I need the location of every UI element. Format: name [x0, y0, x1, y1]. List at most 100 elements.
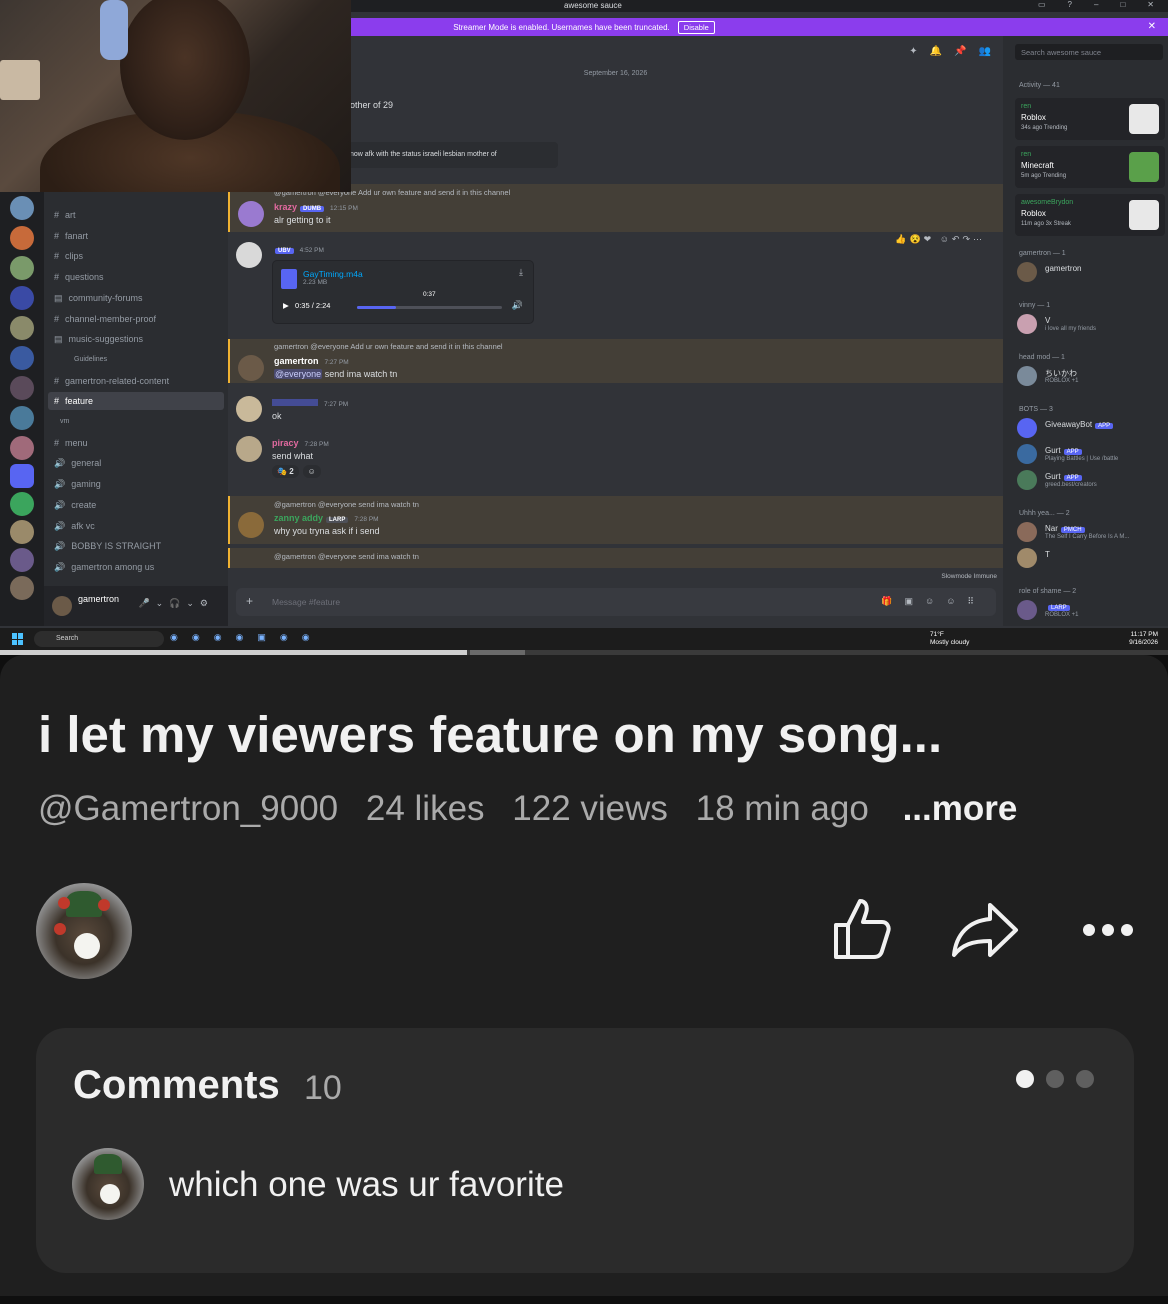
- upload-age: 18 min ago: [695, 789, 869, 828]
- member-group-header: head mod — 1: [1019, 354, 1065, 361]
- add-reaction-icon[interactable]: ☺: [302, 465, 321, 478]
- reaction-chip[interactable]: 🎭 2: [272, 465, 299, 478]
- more-icon[interactable]: [1082, 923, 1134, 937]
- member-group-header: vinny — 1: [1019, 302, 1051, 309]
- video-meta: @Gamertron_9000 24 likes 122 views 18 mi…: [38, 789, 1035, 829]
- avatar: [1017, 444, 1037, 464]
- activity-meta: 11m ago 3x Streak: [1021, 221, 1071, 227]
- search-input[interactable]: Search awesome sauce: [1015, 44, 1163, 60]
- message: piracy 7:28 PM send what 🎭 2 ☺: [228, 434, 1003, 486]
- avatar: [1017, 522, 1037, 542]
- download-icon[interactable]: ⤓: [519, 267, 523, 278]
- channel-label: menu: [65, 437, 88, 448]
- toolbar-icons: ✦🔔📌👥: [909, 46, 1003, 57]
- avatar: [236, 396, 262, 422]
- weather: 71°F Mostly cloudy: [930, 631, 970, 646]
- channel-label: music-suggestions: [68, 334, 144, 345]
- channel-item[interactable]: # fanart: [54, 227, 88, 245]
- channel-label: gamertron among us: [71, 561, 155, 572]
- composer-icons[interactable]: 🎁▣☺☺⠿: [881, 596, 986, 607]
- channel-item[interactable]: 🔊 general: [54, 454, 101, 472]
- hash-icon: #: [54, 272, 60, 283]
- channel-label: Guidelines: [74, 355, 108, 363]
- server-icon: [10, 196, 34, 220]
- activity-card[interactable]: ren Roblox 34s ago Trending: [1015, 98, 1165, 140]
- channel-item[interactable]: # menu: [54, 434, 88, 452]
- slowmode-indicator: Slowmode Immune: [941, 573, 997, 580]
- activity-card[interactable]: ren Minecraft 5m ago Trending: [1015, 146, 1165, 188]
- message-body: ok: [272, 411, 282, 421]
- message: gamertron @everyone Add ur own feature a…: [228, 339, 1003, 383]
- server-icon: [10, 548, 34, 572]
- channel-item[interactable]: 🔊 create: [54, 496, 96, 514]
- taskbar-apps: ◉◉◉◉▣◉◉: [170, 632, 324, 642]
- member-name: Gurt APP: [1045, 472, 1082, 481]
- more-link[interactable]: ...more: [903, 789, 1018, 828]
- speaker-icon: 🔊: [54, 458, 66, 469]
- channel-avatar[interactable]: [36, 883, 132, 979]
- file-name[interactable]: GayTiming.m4a: [303, 269, 363, 279]
- channel-item[interactable]: vm: [54, 413, 69, 431]
- channel-item[interactable]: # questions: [54, 268, 104, 286]
- channel-label: vm: [60, 418, 70, 425]
- composer-placeholder: Message #feature: [272, 597, 341, 607]
- channel-item[interactable]: 🔊 gaming: [54, 475, 101, 493]
- view-count: 122 views: [512, 789, 668, 828]
- reactions[interactable]: 🎭 2 ☺: [272, 465, 325, 478]
- channel-label: gaming: [71, 479, 101, 490]
- speaker-icon: 🔊: [54, 499, 66, 510]
- message-author: gamertron 7:27 PM: [274, 356, 349, 366]
- channel-item[interactable]: # art: [54, 206, 76, 224]
- like-icon[interactable]: [830, 895, 894, 961]
- video-player[interactable]: awesome sauce ▭? – □ ✕ Streamer Mode is ena…: [0, 0, 1168, 650]
- channel-item[interactable]: # gamertron-related-content: [54, 372, 169, 390]
- channel-label: feature: [65, 396, 94, 407]
- member-status: greed.best/creators: [1045, 482, 1097, 488]
- message-body: send what: [272, 451, 314, 461]
- server-icon: [10, 520, 34, 544]
- channel-item[interactable]: ▤ music-suggestions: [54, 330, 143, 348]
- avatar: [238, 201, 264, 227]
- member-group-header: gamertron — 1: [1019, 250, 1066, 257]
- channel-item[interactable]: # feature: [48, 392, 224, 411]
- audio-attachment[interactable]: GayTiming.m4a 2.23 MB ⤓ 0:37 ▶ 0:35 / 2:…: [272, 260, 534, 324]
- member-status: i love all my friends: [1045, 326, 1097, 332]
- home-indicator-area: [0, 1296, 1168, 1304]
- comments-section[interactable]: Comments 10 which one was ur favorite: [36, 1028, 1134, 1273]
- video-title[interactable]: i let my viewers feature on my song...: [38, 705, 942, 764]
- activity-user: awesomeBrydon: [1021, 199, 1074, 206]
- member-status: ROBLOX +1: [1045, 378, 1079, 384]
- channel-item[interactable]: # channel-member-proof: [54, 310, 156, 328]
- activity-header: Activity — 41: [1019, 82, 1060, 89]
- channel-item[interactable]: 🔊 afk vc: [54, 517, 95, 535]
- channel-label: art: [65, 210, 76, 220]
- comments-count: 10: [304, 1069, 342, 1107]
- member-name: GiveawayBot APP: [1045, 420, 1114, 429]
- message-actions[interactable]: 👍😵❤ ☺↶↷⋯: [895, 234, 985, 245]
- activity-card[interactable]: awesomeBrydon Roblox 11m ago 3x Streak: [1015, 194, 1165, 236]
- server-icon: [10, 376, 34, 400]
- channel-item[interactable]: ▤ community-forums: [54, 289, 143, 307]
- avatar: [1017, 314, 1037, 334]
- channel-item[interactable]: # clips: [54, 247, 83, 265]
- file-size: 2.23 MB: [303, 279, 328, 286]
- file-icon: [281, 269, 297, 289]
- close-icon: ✕: [1147, 21, 1156, 32]
- audio-seek-bar[interactable]: [357, 306, 502, 309]
- member-status: Playing Battles | Use /battle: [1045, 456, 1119, 462]
- channel-label: general: [71, 458, 102, 469]
- avatar: [1017, 366, 1037, 386]
- channel-handle[interactable]: @Gamertron_9000: [38, 789, 338, 828]
- message-composer[interactable]: + Message #feature 🎁▣☺☺⠿: [236, 588, 996, 616]
- disable-button: Disable: [677, 20, 715, 34]
- volume-icon[interactable]: 🔊: [512, 300, 523, 311]
- server-icon: [10, 576, 34, 600]
- message-author: 7:27 PM: [272, 398, 348, 408]
- channel-item[interactable]: 🔊 gamertron among us: [54, 558, 154, 576]
- plus-icon[interactable]: +: [246, 594, 253, 608]
- channel-item[interactable]: Guidelines: [68, 351, 107, 369]
- message-author: UBV 4:52 PM: [272, 244, 324, 254]
- streamer-banner-text: Streamer Mode is enabled. Usernames have…: [453, 22, 670, 32]
- channel-item[interactable]: 🔊 BOBBY IS STRAIGHT: [54, 537, 161, 555]
- share-icon[interactable]: [950, 901, 1020, 959]
